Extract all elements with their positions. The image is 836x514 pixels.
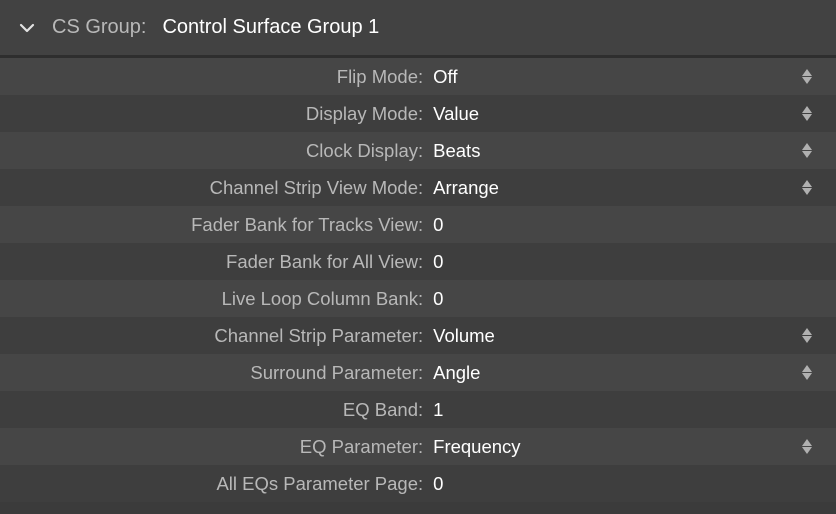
label-colon: :: [418, 103, 433, 125]
label-colon: :: [418, 177, 433, 199]
stepper-icon[interactable]: [800, 66, 814, 88]
parameter-label: Flip Mode: [0, 66, 418, 88]
header-label: CS Group:: [52, 16, 146, 39]
parameter-value[interactable]: 0: [433, 214, 836, 236]
parameter-value[interactable]: Angle: [433, 362, 836, 384]
parameter-value[interactable]: 0: [433, 251, 836, 273]
parameter-label: Display Mode: [0, 103, 418, 125]
stepper-icon[interactable]: [800, 362, 814, 384]
stepper-icon[interactable]: [800, 140, 814, 162]
label-colon: :: [418, 325, 433, 347]
label-colon: :: [418, 140, 433, 162]
parameter-label: EQ Band: [0, 399, 418, 421]
parameter-label: All EQs Parameter Page: [0, 473, 418, 495]
parameter-label: Fader Bank for Tracks View: [0, 214, 418, 236]
label-colon: :: [418, 399, 433, 421]
parameter-value[interactable]: Beats: [433, 140, 836, 162]
label-colon: :: [418, 66, 433, 88]
parameter-value[interactable]: Arrange: [433, 177, 836, 199]
label-colon: :: [418, 288, 433, 310]
parameter-row: EQ Parameter:Frequency: [0, 428, 836, 465]
parameter-value[interactable]: Frequency: [433, 436, 836, 458]
label-colon: :: [418, 473, 433, 495]
parameter-value[interactable]: Volume: [433, 325, 836, 347]
stepper-icon[interactable]: [800, 177, 814, 199]
parameter-label: EQ Parameter: [0, 436, 418, 458]
parameter-row: Channel Strip View Mode:Arrange: [0, 169, 836, 206]
parameter-row: Display Mode:Value: [0, 95, 836, 132]
parameter-value[interactable]: Value: [433, 103, 836, 125]
disclosure-toggle[interactable]: [18, 19, 36, 37]
parameter-value[interactable]: 1: [433, 399, 836, 421]
parameter-row: All EQs Parameter Page:0: [0, 465, 836, 502]
label-colon: :: [418, 214, 433, 236]
parameter-label: Surround Parameter: [0, 362, 418, 384]
header-bar: CS Group: Control Surface Group 1: [0, 0, 836, 58]
label-colon: :: [418, 251, 433, 273]
parameter-label: Channel Strip Parameter: [0, 325, 418, 347]
parameter-row: Clock Display:Beats: [0, 132, 836, 169]
parameter-label: Live Loop Column Bank: [0, 288, 418, 310]
parameter-row: Fader Bank for All View:0: [0, 243, 836, 280]
parameter-value[interactable]: 0: [433, 473, 836, 495]
parameter-row: Fader Bank for Tracks View:0: [0, 206, 836, 243]
parameter-label: Fader Bank for All View: [0, 251, 418, 273]
parameter-row: Channel Strip Parameter:Volume: [0, 317, 836, 354]
parameter-row: EQ Band:1: [0, 391, 836, 428]
stepper-icon[interactable]: [800, 103, 814, 125]
parameter-row: Flip Mode:Off: [0, 58, 836, 95]
header-value[interactable]: Control Surface Group 1: [162, 16, 379, 39]
parameter-row: Surround Parameter:Angle: [0, 354, 836, 391]
parameter-row: Live Loop Column Bank:0: [0, 280, 836, 317]
stepper-icon[interactable]: [800, 325, 814, 347]
parameter-label: Channel Strip View Mode: [0, 177, 418, 199]
parameter-label: Clock Display: [0, 140, 418, 162]
parameter-value[interactable]: Off: [433, 66, 836, 88]
parameter-value[interactable]: 0: [433, 288, 836, 310]
label-colon: :: [418, 436, 433, 458]
stepper-icon[interactable]: [800, 436, 814, 458]
parameter-list: Flip Mode:OffDisplay Mode:ValueClock Dis…: [0, 58, 836, 502]
label-colon: :: [418, 362, 433, 384]
